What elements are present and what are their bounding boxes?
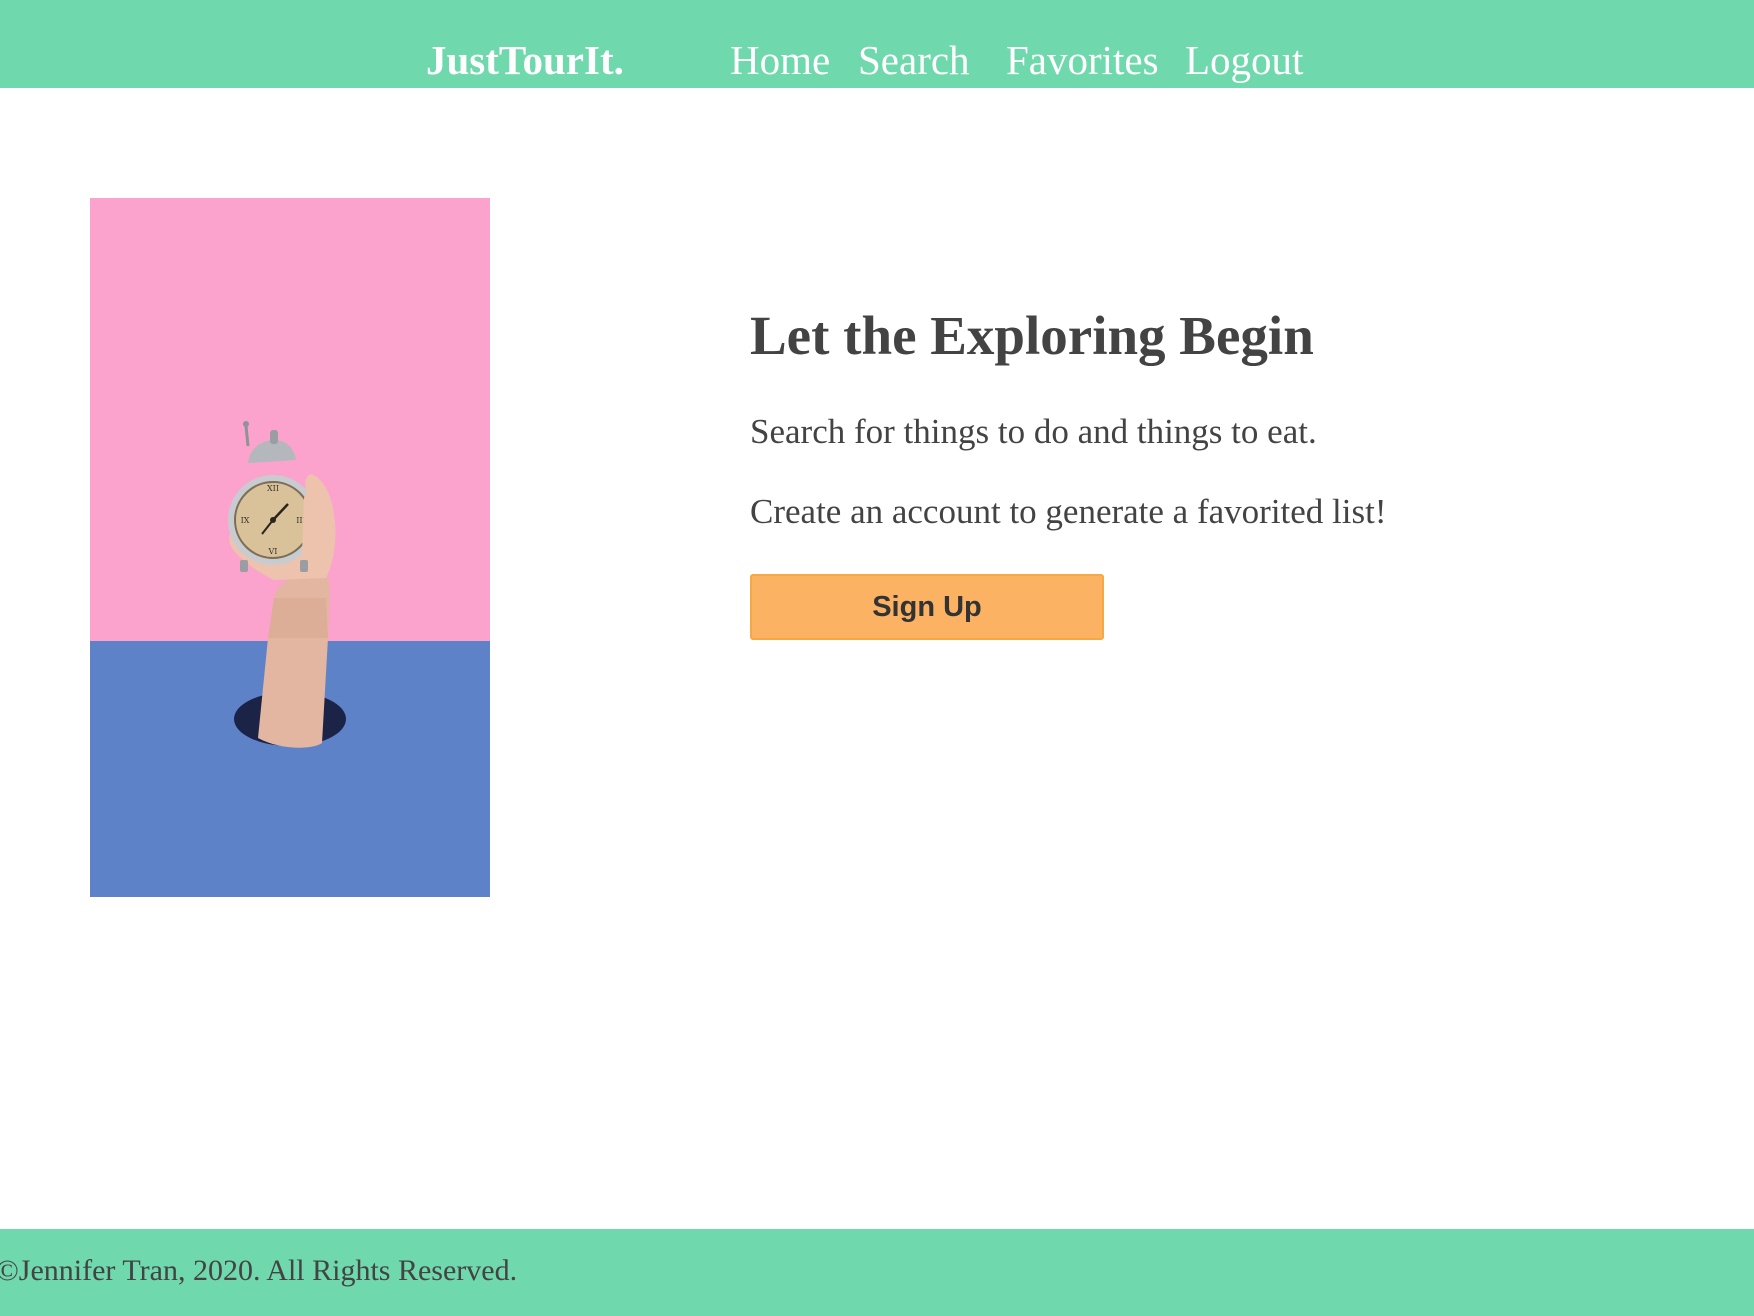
hero-title: Let the Exploring Begin <box>750 305 1314 366</box>
nav-search-link[interactable]: Search <box>858 36 970 84</box>
svg-text:XII: XII <box>267 484 279 493</box>
footer: ©Jennifer Tran, 2020. All Rights Reserve… <box>0 1229 1754 1316</box>
hand-clock-illustration: XII III VI IX <box>90 198 490 897</box>
svg-text:IX: IX <box>241 516 250 525</box>
hero-description-search: Search for things to do and things to ea… <box>750 412 1317 451</box>
copyright-text: ©Jennifer Tran, 2020. All Rights Reserve… <box>0 1254 518 1287</box>
hero-image: XII III VI IX <box>90 198 490 897</box>
brand-logo-link[interactable]: JustTourIt. <box>426 36 624 84</box>
nav-favorites-link[interactable]: Favorites <box>1006 36 1159 84</box>
hero-section: Let the Exploring Begin Search for thing… <box>750 296 1650 640</box>
top-navbar: JustTourIt. Home Search Favorites Logout <box>0 0 1754 88</box>
hero-description-account: Create an account to generate a favorite… <box>750 492 1387 531</box>
nav-logout-link[interactable]: Logout <box>1185 36 1303 84</box>
svg-text:VI: VI <box>268 547 278 556</box>
nav-home-link[interactable]: Home <box>730 36 830 84</box>
sign-up-button[interactable]: Sign Up <box>750 574 1104 640</box>
